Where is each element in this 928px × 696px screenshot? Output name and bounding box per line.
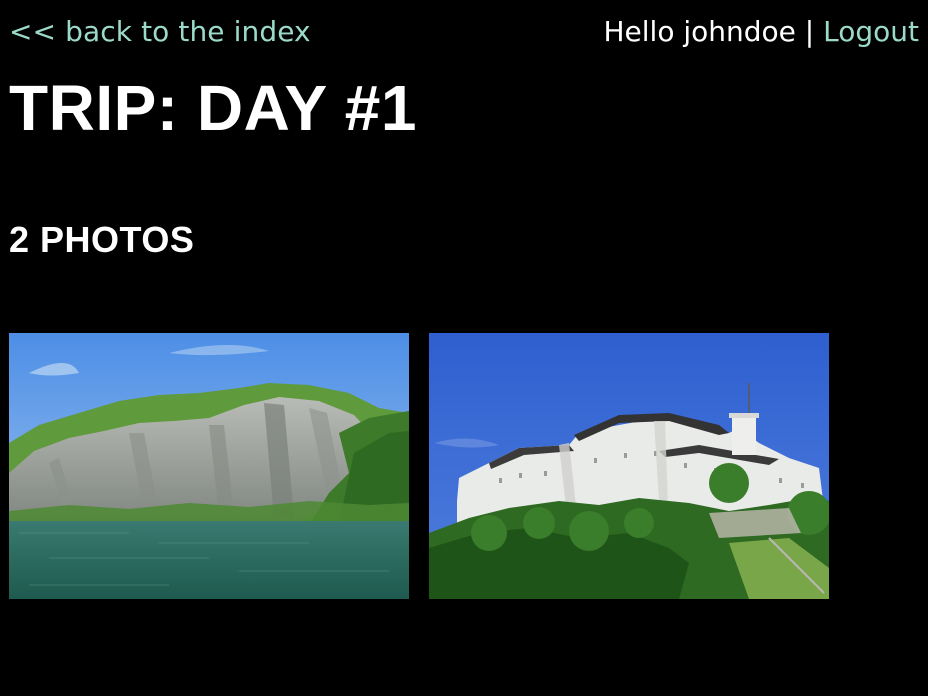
logout-link[interactable]: Logout bbox=[823, 15, 919, 48]
page-title: TRIP: DAY #1 bbox=[9, 72, 417, 144]
user-greeting: Hello johndoe bbox=[603, 15, 796, 48]
top-bar: << back to the index Hello johndoe | Log… bbox=[0, 0, 928, 64]
lake-cliff-image bbox=[9, 333, 409, 599]
photo-gallery bbox=[9, 333, 829, 599]
hilltop-fortress-image bbox=[429, 333, 829, 599]
photo-count-heading: 2 PHOTOS bbox=[9, 219, 195, 260]
back-to-index-link[interactable]: << back to the index bbox=[9, 14, 311, 50]
user-area: Hello johndoe | Logout bbox=[603, 14, 919, 50]
lake-cliff-photo[interactable] bbox=[9, 333, 409, 599]
user-separator: | bbox=[795, 15, 824, 48]
hilltop-fortress-photo[interactable] bbox=[429, 333, 829, 599]
